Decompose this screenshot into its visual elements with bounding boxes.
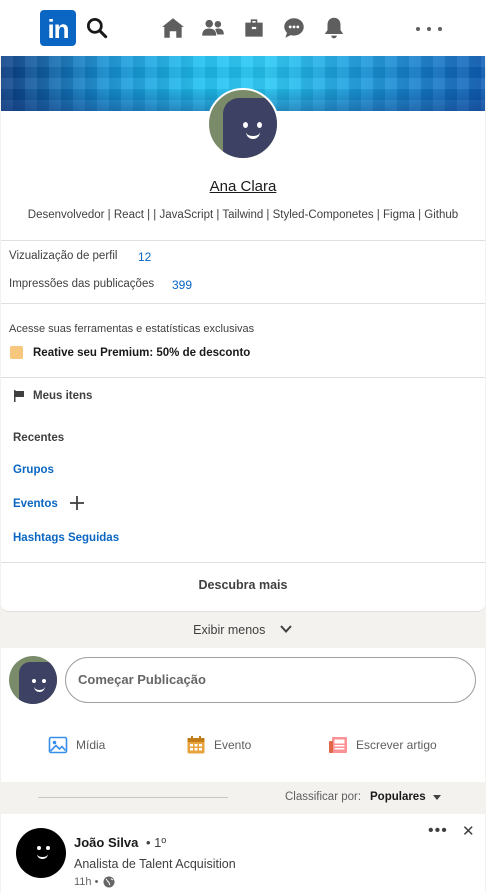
media-button[interactable]: Mídia xyxy=(48,735,105,755)
search-icon[interactable] xyxy=(84,15,110,41)
linkedin-logo[interactable]: in xyxy=(40,10,76,46)
stat-impressions-value[interactable]: 399 xyxy=(172,278,192,292)
event-label: Evento xyxy=(214,738,252,752)
messaging-icon[interactable] xyxy=(281,15,307,41)
top-navigation: in xyxy=(0,0,486,56)
divider xyxy=(1,240,485,241)
notifications-icon[interactable] xyxy=(321,15,347,41)
sort-label: Classificar por: xyxy=(285,791,362,803)
feed-sort-bar: Classificar por: Populares xyxy=(0,782,486,814)
divider xyxy=(1,377,485,378)
show-less-label: Exibir menos xyxy=(193,623,266,637)
user-avatar[interactable] xyxy=(9,656,57,704)
write-article-button[interactable]: Escrever artigo xyxy=(328,735,437,755)
divider xyxy=(1,303,485,304)
post-author-avatar[interactable] xyxy=(16,828,66,878)
my-items-label: Meus itens xyxy=(33,390,93,402)
divider xyxy=(1,562,485,563)
post-connection-degree: • 1º xyxy=(146,835,167,850)
write-article-label: Escrever artigo xyxy=(356,738,437,752)
article-icon xyxy=(329,737,347,753)
event-button[interactable]: Evento xyxy=(186,735,251,755)
show-less-button[interactable]: Exibir menos xyxy=(0,622,486,637)
events-link[interactable]: Eventos xyxy=(13,498,58,510)
chevron-down-icon xyxy=(280,625,292,633)
close-icon[interactable]: ✕ xyxy=(462,822,475,840)
premium-description: Acesse suas ferramentas e estatísticas e… xyxy=(9,323,255,335)
groups-link[interactable]: Grupos xyxy=(13,464,54,476)
home-icon[interactable] xyxy=(160,15,186,41)
media-label: Mídia xyxy=(76,738,106,752)
post-time: 11h • xyxy=(74,876,99,888)
post-author-title: Analista de Talent Acquisition xyxy=(74,857,236,871)
my-items-link[interactable]: Meus itens xyxy=(13,390,92,402)
post-author-name[interactable]: João Silva xyxy=(74,835,138,850)
post-more-options-icon[interactable]: ••• xyxy=(428,822,448,840)
hashtags-link[interactable]: Hashtags Seguidas xyxy=(13,532,119,544)
avatar-face xyxy=(223,98,277,158)
jobs-icon[interactable] xyxy=(241,15,267,41)
premium-icon xyxy=(10,346,23,359)
start-post-input[interactable]: Começar Publicação xyxy=(65,657,476,703)
globe-icon xyxy=(103,876,115,888)
premium-label: Reative seu Premium: 50% de desconto xyxy=(33,346,251,359)
post-meta: 11h • xyxy=(74,876,115,888)
profile-card: Ana Clara Desenvolvedor | React | | Java… xyxy=(1,56,485,612)
stat-profile-views-label[interactable]: Vizualização de perfil xyxy=(9,250,117,262)
profile-avatar[interactable] xyxy=(207,88,279,160)
sort-dropdown[interactable]: Populares xyxy=(370,791,426,803)
calendar-icon xyxy=(187,736,205,754)
caret-down-icon[interactable] xyxy=(433,795,441,800)
divider xyxy=(38,797,228,798)
bookmark-flag-icon xyxy=(14,390,24,402)
image-icon xyxy=(48,736,68,754)
recent-heading: Recentes xyxy=(13,432,65,444)
premium-link[interactable]: Reative seu Premium: 50% de desconto xyxy=(10,346,250,359)
discover-more-button[interactable]: Descubra mais xyxy=(1,578,485,592)
stat-profile-views-value[interactable]: 12 xyxy=(138,250,151,264)
stat-impressions-label[interactable]: Impressões das publicações xyxy=(9,278,154,290)
network-icon[interactable] xyxy=(200,15,226,41)
more-icon[interactable] xyxy=(413,15,445,41)
share-box: Começar Publicação Mídia Evento Escrever… xyxy=(1,648,485,782)
profile-name[interactable]: Ana Clara xyxy=(1,178,485,195)
feed-post: João Silva • 1º Analista de Talent Acqui… xyxy=(1,814,485,892)
profile-headline: Desenvolvedor | React | | JavaScript | T… xyxy=(27,209,459,221)
add-event-icon[interactable] xyxy=(69,495,85,511)
